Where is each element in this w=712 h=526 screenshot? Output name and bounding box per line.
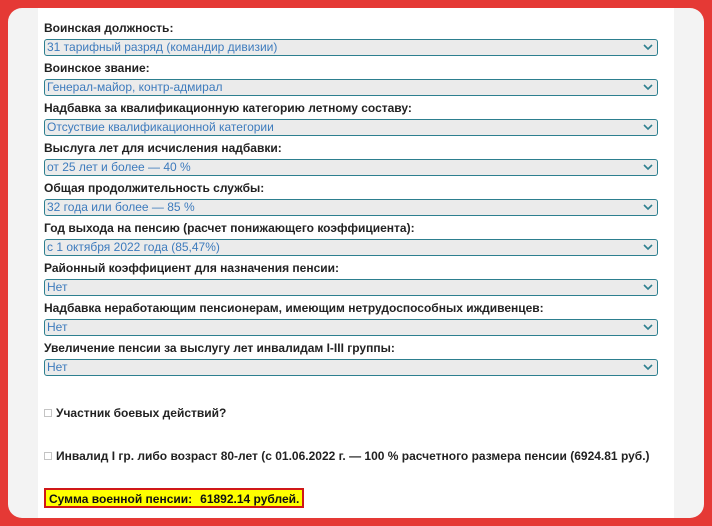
combat-veteran-label: Участник боевых действий? [56,406,227,420]
chevron-down-icon [642,41,654,53]
military-position-select[interactable]: 31 тарифный разряд (командир дивизии) [44,39,658,56]
chevron-down-icon [642,361,654,373]
disability-increase-value: Нет [47,360,68,374]
dependents-bonus-select[interactable]: Нет [44,319,658,336]
flight-qualification-label: Надбавка за квалификационную категорию л… [44,101,412,115]
form-fields: Воинская должность: 31 тарифный разряд (… [44,21,660,381]
disabled-or-80-checkbox[interactable] [44,452,52,460]
chevron-down-icon [642,161,654,173]
military-position-label: Воинская должность: [44,21,174,35]
retirement-year-select[interactable]: с 1 октября 2022 года (85,47%) [44,239,658,256]
regional-coefficient-label: Районный коэффициент для назначения пенс… [44,261,340,275]
total-service-value: 32 года или более — 85 % [47,200,195,214]
combat-veteran-option[interactable]: Участник боевых действий? [44,406,226,420]
flight-qualification-value: Отсуствие квалификационной категории [47,120,274,134]
military-rank-value: Генерал-майор, контр-адмирал [47,80,223,94]
chevron-down-icon [642,321,654,333]
dependents-bonus-label: Надбавка неработающим пенсионерам, имеющ… [44,301,544,315]
disabled-or-80-label: Инвалид I гр. либо возраст 80-лет (с 01.… [56,449,650,463]
pension-calculator-form: Воинская должность: 31 тарифный разряд (… [38,8,674,518]
total-service-label: Общая продолжительность службы: [44,181,265,195]
pension-result-value: 61892.14 рублей. [200,492,300,506]
dependents-bonus-value: Нет [47,320,68,334]
chevron-down-icon [642,121,654,133]
military-position-value: 31 тарифный разряд (командир дивизии) [47,40,278,54]
service-length-bonus-value: от 25 лет и более — 40 % [47,160,191,174]
disabled-or-80-option[interactable]: Инвалид I гр. либо возраст 80-лет (с 01.… [44,449,650,463]
service-length-bonus-label: Выслуга лет для исчисления надбавки: [44,141,282,155]
total-service-select[interactable]: 32 года или более — 85 % [44,199,658,216]
chevron-down-icon [642,241,654,253]
app-frame: Воинская должность: 31 тарифный разряд (… [8,8,704,518]
chevron-down-icon [642,81,654,93]
pension-result-label: Сумма военной пенсии: [49,492,193,506]
retirement-year-label: Год выхода на пенсию (расчет понижающего… [44,221,415,235]
retirement-year-value: с 1 октября 2022 года (85,47%) [47,240,220,254]
military-rank-select[interactable]: Генерал-майор, контр-адмирал [44,79,658,96]
regional-coefficient-select[interactable]: Нет [44,279,658,296]
regional-coefficient-value: Нет [47,280,68,294]
disability-increase-select[interactable]: Нет [44,359,658,376]
combat-veteran-checkbox[interactable] [44,409,52,417]
flight-qualification-select[interactable]: Отсуствие квалификационной категории [44,119,658,136]
disability-increase-label: Увеличение пенсии за выслугу лет инвалид… [44,341,395,355]
military-rank-label: Воинское звание: [44,61,150,75]
pension-result: Сумма военной пенсии: 61892.14 рублей. [44,488,305,508]
chevron-down-icon [642,281,654,293]
chevron-down-icon [642,201,654,213]
service-length-bonus-select[interactable]: от 25 лет и более — 40 % [44,159,658,176]
